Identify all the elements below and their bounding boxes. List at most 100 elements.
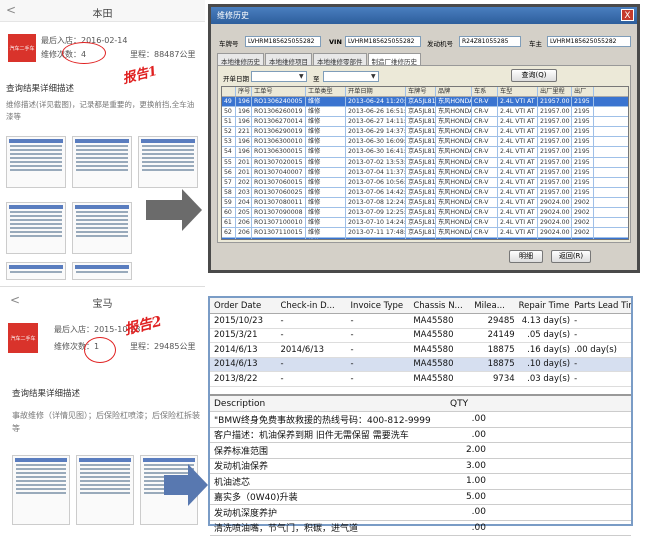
table-column-header[interactable]: Check-in D...	[276, 301, 346, 311]
grid-cell: RO1306290019	[252, 127, 306, 136]
chevron-down-icon[interactable]: ▼	[371, 73, 376, 80]
grid-column-header[interactable]: 出厂里程	[538, 87, 572, 96]
table-row[interactable]: 62206RO1307110015维修2013-07-11 17:48:59京A…	[222, 228, 628, 238]
table-row[interactable]: 57202RO1307060015维修2013-07-06 10:56:29京A…	[222, 178, 628, 188]
table-row[interactable]: 58203RO1307060025维修2013-07-06 14:42:08京A…	[222, 188, 628, 198]
return-button[interactable]: 返回(R)	[551, 250, 591, 263]
engine-label: 发动机号	[427, 38, 453, 48]
detail-row[interactable]: "BMW终身免费事故救援的热线号码：400-812-9999.00	[210, 412, 631, 428]
grid-column-header[interactable]: 出厂	[572, 87, 594, 96]
detail-header: Description QTY	[210, 396, 631, 412]
table-column-header[interactable]: Order Date	[210, 301, 276, 311]
screenshot-thumbnail[interactable]	[76, 455, 134, 525]
grid-cell: CR-V	[472, 178, 498, 187]
table-column-header[interactable]: Parts Lead Time	[570, 301, 631, 311]
grid-cell: 东风HONDA	[436, 158, 472, 167]
screenshot-thumbnail[interactable]	[72, 136, 132, 188]
grid-column-header[interactable]: 开单日期	[346, 87, 406, 96]
owner-field[interactable]: LVHRM185625055282	[547, 36, 631, 47]
query-button[interactable]: 查询(Q)	[511, 69, 557, 82]
grid-cell: 维修	[306, 178, 346, 187]
screenshot-thumbnail[interactable]	[6, 262, 66, 280]
table-row[interactable]: 2015/10/23--MA45580294854.13 day(s)-	[210, 314, 631, 329]
table-row[interactable]: 2013/8/22--MA455809734.03 day(s)-	[210, 372, 631, 387]
detail-row[interactable]: 发动机深度养护.00	[210, 505, 631, 521]
grid-cell: 京A5JL81	[406, 137, 436, 146]
table-row[interactable]: 52221RO1306290019维修2013-06-29 14:37:33京A…	[222, 127, 628, 137]
table-row[interactable]: 2014/6/132014/6/13-MA4558018875.16 day(s…	[210, 343, 631, 358]
detail-row[interactable]: 保养标准范围2.00	[210, 443, 631, 459]
table-header: Order DateCheck-in D...Invoice TypeChass…	[210, 298, 631, 314]
grid-cell: 202	[236, 178, 252, 187]
grid-cell: CR-V	[472, 198, 498, 207]
detail-body: "BMW终身免费事故救援的热线号码：400-812-9999.00客户描述：机油…	[210, 412, 631, 536]
table-row[interactable]: 60205RO1307090008维修2013-07-09 12:25:24京A…	[222, 208, 628, 218]
grid-cell: 维修	[306, 97, 346, 106]
grid-cell: 2013-07-06 14:42:08	[346, 188, 406, 197]
highlight-circle	[84, 337, 116, 363]
table-row[interactable]: 55201RO1307020015维修2013-07-02 13:53:11京A…	[222, 158, 628, 168]
table-row[interactable]: 2015/3/21--MA4558024149.05 day(s)-	[210, 329, 631, 344]
grid-cell: 京A5JL81	[406, 188, 436, 197]
grid-cell: 2195	[572, 97, 594, 106]
table-row[interactable]: 63208RO1307120011维修2013-07-12 13:21:01京A…	[222, 238, 628, 240]
detail-row[interactable]: 客户描述：机油保养到期 旧件无需保留 需要洗车.00	[210, 428, 631, 444]
screenshot-thumbnail[interactable]	[72, 262, 132, 280]
grid-column-header[interactable]: 车系	[472, 87, 498, 96]
screenshot-thumbnail[interactable]	[12, 455, 70, 525]
section-desc: 维修描述(详见截图)，记录都是重要的，更换前挡,全车油漆等	[6, 99, 196, 123]
grid-cell: 56	[222, 168, 236, 177]
grid-cell: 维修	[306, 127, 346, 136]
grid-column-header[interactable]	[222, 87, 236, 96]
table-column-header[interactable]: Chassis N...	[409, 301, 470, 311]
table-row[interactable]: 49196RO1306240005维修2013-06-24 11:20:05京A…	[222, 97, 628, 107]
table-row[interactable]: 54196RO1306300015维修2013-06-30 16:41:20京A…	[222, 147, 628, 157]
grid-column-header[interactable]: 车型	[498, 87, 538, 96]
table-row[interactable]: 51196RO1306270014维修2013-06-27 14:11:11京A…	[222, 117, 628, 127]
grid-cell: 21957.00	[538, 117, 572, 126]
detail-row[interactable]: 机油滤芯1.00	[210, 474, 631, 490]
grid-cell: 东风HONDA	[436, 218, 472, 227]
engine-field[interactable]: R24Z81055285	[459, 36, 521, 47]
window-title: 维修历史	[211, 7, 637, 24]
grid-cell: 2013-06-30 16:09:13	[346, 137, 406, 146]
detail-description: 清洗喷油嘴，节气门，积碳，进气道	[210, 521, 446, 534]
screenshot-thumbnail[interactable]	[138, 136, 198, 188]
grid-cell: CR-V	[472, 218, 498, 227]
table-row[interactable]: 61206RO1307100010维修2013-07-10 14:24:55京A…	[222, 218, 628, 228]
service-table: Order DateCheck-in D...Invoice TypeChass…	[210, 298, 631, 387]
detail-row[interactable]: 发动机油保养3.00	[210, 459, 631, 475]
table-row[interactable]: 53196RO1306300010维修2013-06-30 16:09:13京A…	[222, 137, 628, 147]
table-row[interactable]: 2014/6/13--MA4558018875.10 day(s)-	[210, 358, 631, 373]
detail-qty: 1.00	[446, 476, 486, 486]
table-column-header[interactable]: Repair Time	[515, 301, 570, 311]
grid-column-header[interactable]: 品牌	[436, 87, 472, 96]
grid-column-header[interactable]: 工单号	[252, 87, 306, 96]
table-column-header[interactable]: Invoice Type	[347, 301, 410, 311]
grid-cell: 196	[236, 107, 252, 116]
table-row[interactable]: 56201RO1307040007维修2013-07-04 11:37:23京A…	[222, 168, 628, 178]
grid-cell: 京A5JL81	[406, 168, 436, 177]
grid-column-header[interactable]: 车牌号	[406, 87, 436, 96]
grid-cell: 2013-07-08 12:24:37	[346, 198, 406, 207]
detail-row[interactable]: 嘉实多（0W40)升装5.00	[210, 490, 631, 506]
close-icon[interactable]: X	[621, 9, 634, 21]
table-column-header[interactable]: Milea...	[470, 301, 514, 311]
screenshot-thumbnail[interactable]	[6, 136, 66, 188]
plate-field[interactable]: LVHRM185625055282	[245, 36, 321, 47]
chevron-down-icon[interactable]: ▼	[299, 73, 304, 80]
table-row[interactable]: 59204RO1307080011维修2013-07-08 12:24:37京A…	[222, 198, 628, 208]
arrow-right-icon	[188, 464, 208, 506]
grid-column-header[interactable]: 工单类型	[306, 87, 346, 96]
table-row[interactable]: 50196RO1306260019维修2013-06-26 16:51:16京A…	[222, 107, 628, 117]
grid-cell: 2902	[572, 238, 594, 240]
table-cell: 18875	[470, 359, 514, 369]
detail-button[interactable]: 明细	[509, 250, 543, 263]
grid-cell: 2013-06-24 11:20:05	[346, 97, 406, 106]
table-cell: -	[276, 316, 346, 326]
grid-cell: 201	[236, 168, 252, 177]
vin-field[interactable]: LVHRM185625055282	[345, 36, 421, 47]
screenshot-thumbnail[interactable]	[6, 202, 66, 254]
screenshot-thumbnail[interactable]	[72, 202, 132, 254]
grid-column-header[interactable]: 序号	[236, 87, 252, 96]
